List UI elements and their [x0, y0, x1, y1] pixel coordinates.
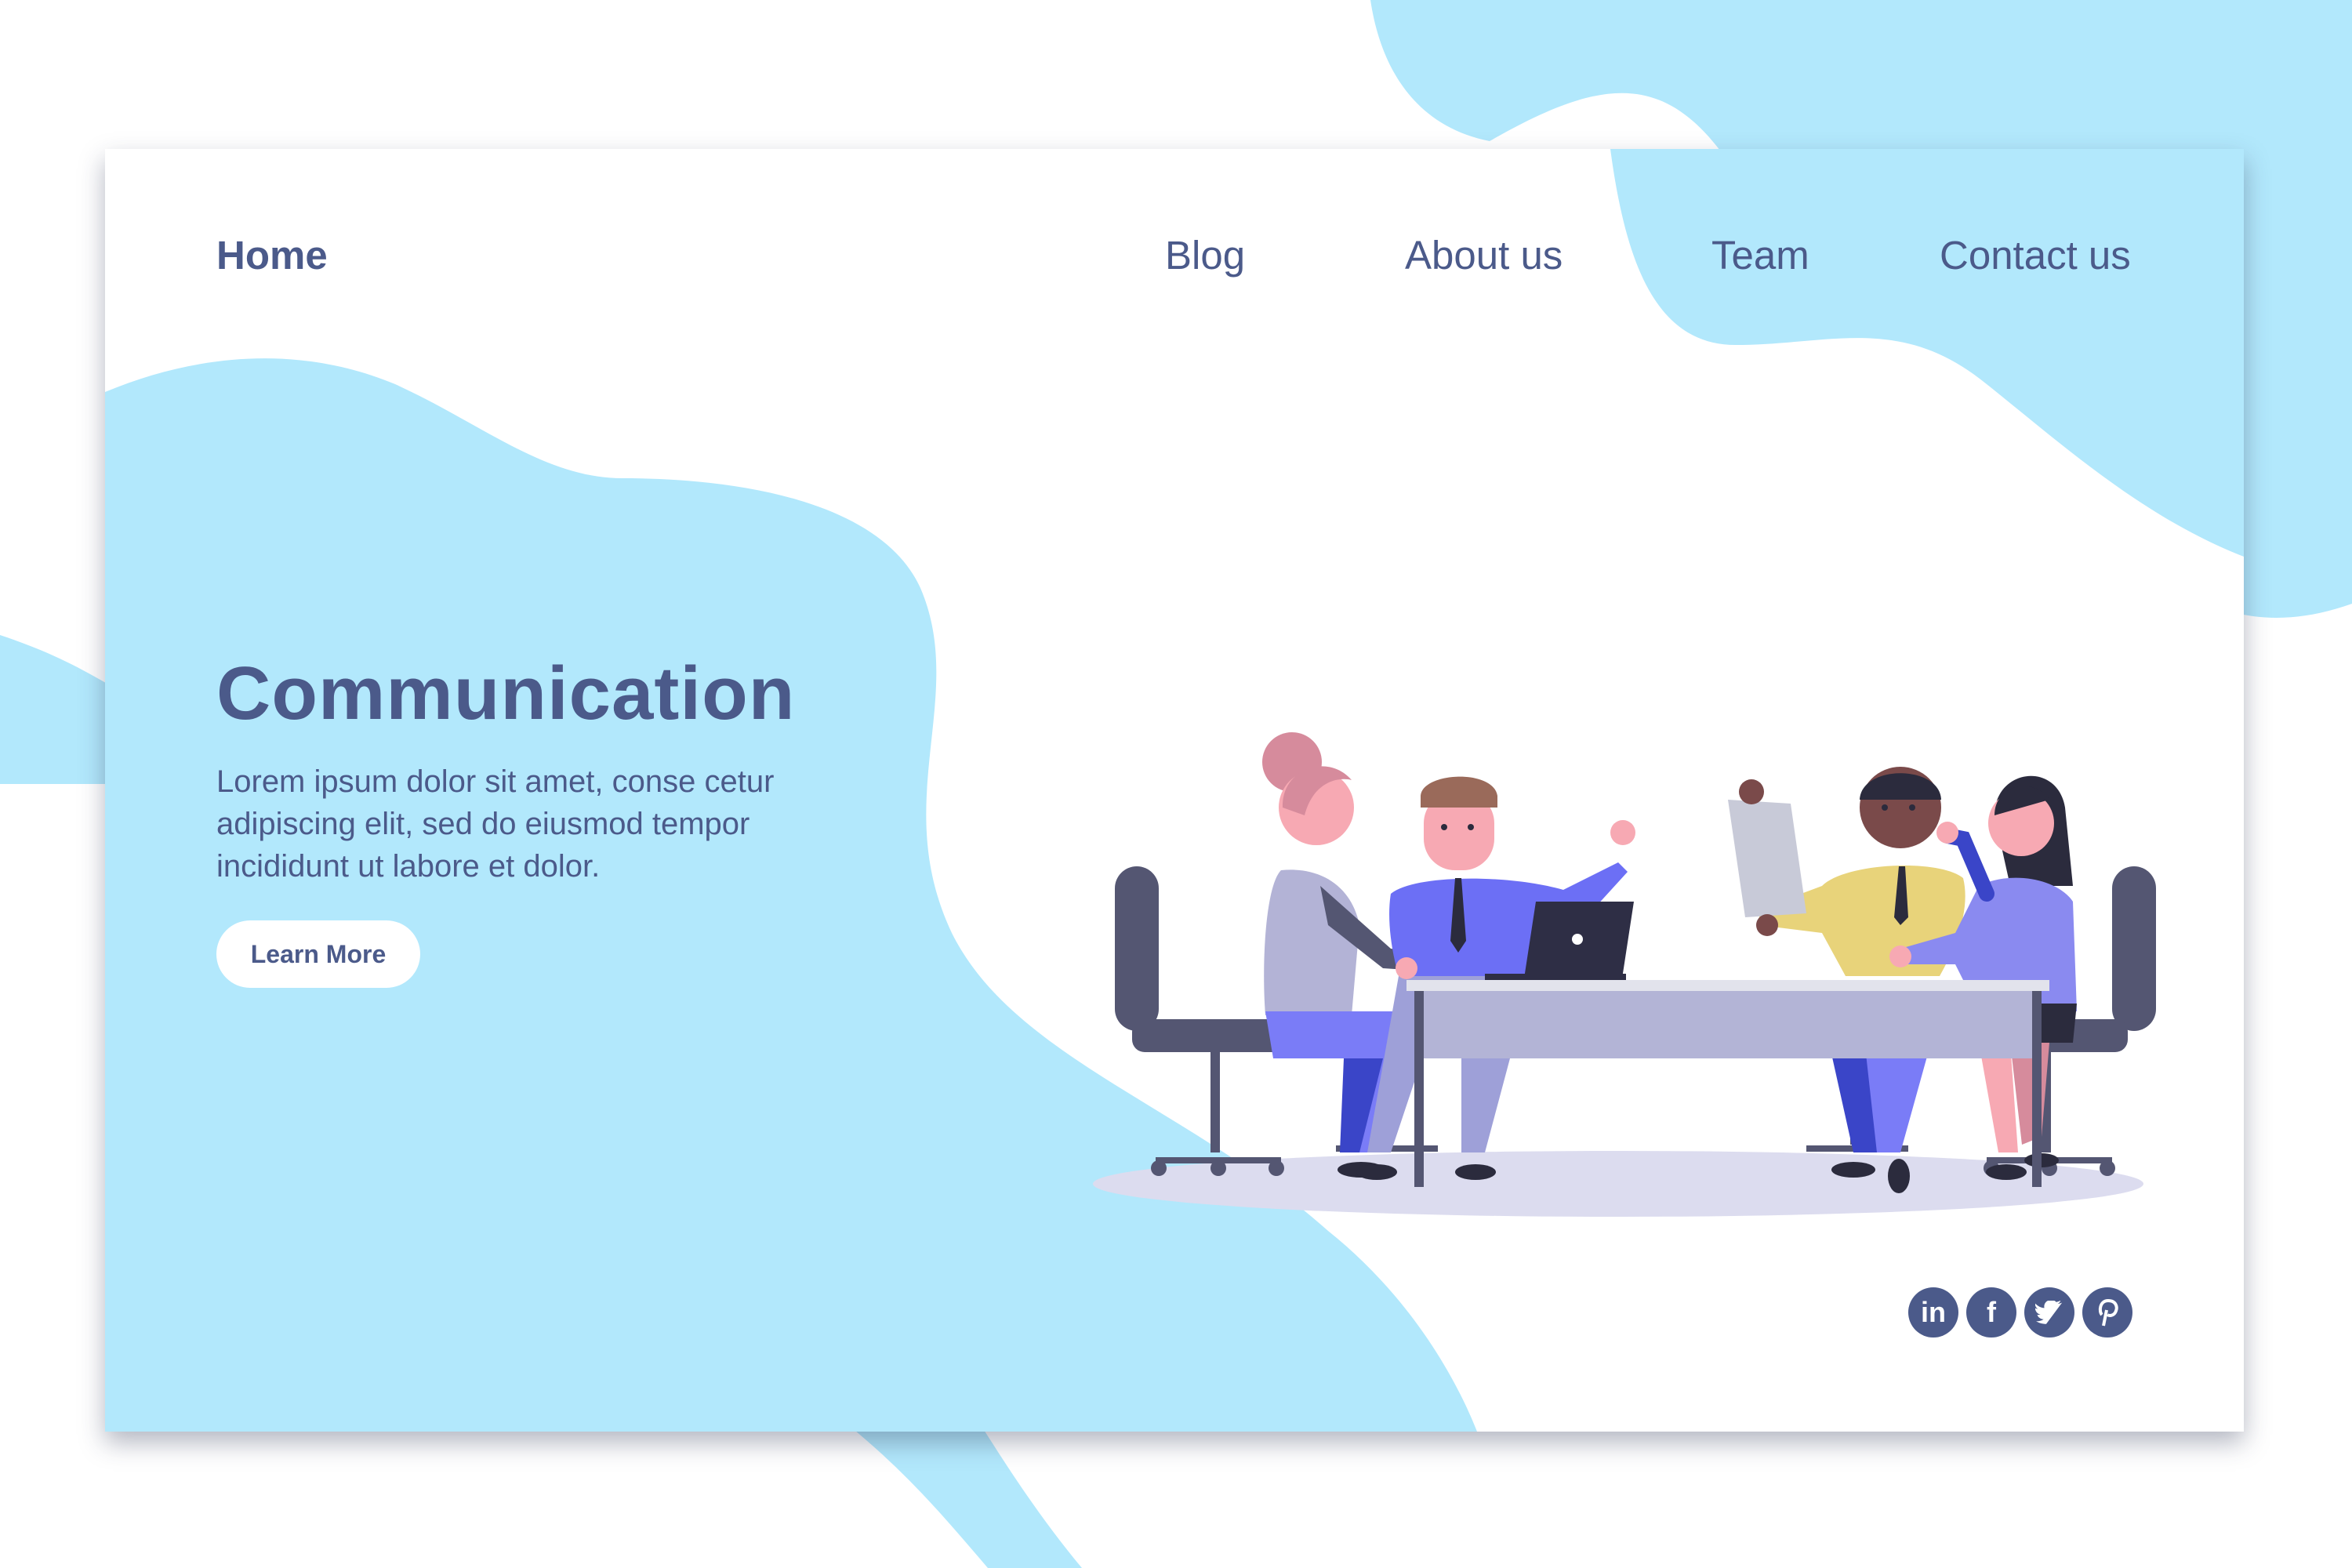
twitter-bird-icon	[2035, 1301, 2063, 1324]
learn-more-button[interactable]: Learn More	[216, 920, 420, 988]
card-blob-top-right	[1610, 149, 2244, 557]
twitter-icon[interactable]	[2024, 1287, 2074, 1338]
nav-links: Blog About us Team Contact us	[105, 232, 2244, 287]
pinterest-icon[interactable]	[2082, 1287, 2132, 1338]
linkedin-icon[interactable]: in	[1908, 1287, 1958, 1338]
nav-contact-us[interactable]: Contact us	[1940, 232, 2131, 278]
facebook-icon[interactable]: f	[1966, 1287, 2016, 1338]
nav-team[interactable]: Team	[1711, 232, 1809, 278]
nav-blog[interactable]: Blog	[1165, 232, 1245, 278]
hero-title: Communication	[216, 652, 796, 735]
facebook-glyph: f	[1987, 1296, 1996, 1328]
hero-text: Lorem ipsum dolor sit amet, conse cetur …	[216, 764, 775, 884]
pinterest-p-icon	[2098, 1298, 2118, 1327]
nav-about-us[interactable]: About us	[1405, 232, 1563, 278]
linkedin-glyph: in	[1921, 1296, 1946, 1328]
meeting-illustration	[1093, 732, 2156, 1217]
background-blob-bottom	[831, 1411, 1082, 1568]
landing-card: Home Blog About us Team Contact us Commu…	[105, 149, 2244, 1432]
background-blob-left	[0, 635, 118, 784]
